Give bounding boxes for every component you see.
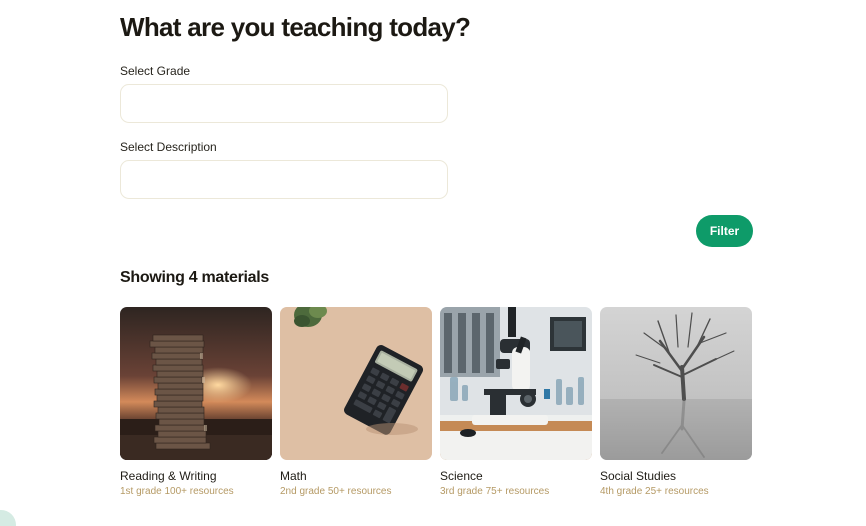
calculator-image <box>280 307 432 460</box>
card-meta: 2nd grade 50+ resources <box>280 486 392 497</box>
card-meta: 4th grade 25+ resources <box>600 486 709 497</box>
material-card-social-studies[interactable]: Social Studies 4th grade 25+ resources <box>600 307 753 497</box>
description-label: Select Description <box>120 140 217 154</box>
grade-select[interactable] <box>120 84 448 123</box>
page-title: What are you teaching today? <box>120 12 471 42</box>
material-card-reading-writing[interactable]: Reading & Writing 1st grade 100+ resourc… <box>120 307 273 497</box>
card-meta: 3rd grade 75+ resources <box>440 486 550 497</box>
page: What are you teaching today? Select Grad… <box>0 0 866 526</box>
card-meta: 1st grade 100+ resources <box>120 486 234 497</box>
grade-label: Select Grade <box>120 64 191 78</box>
results-summary: Showing 4 materials <box>120 269 270 286</box>
material-card-math[interactable]: Math 2nd grade 50+ resources <box>280 307 433 497</box>
corner-decoration <box>0 510 16 526</box>
card-title: Science <box>440 469 483 483</box>
description-select[interactable] <box>120 160 448 199</box>
card-title: Social Studies <box>600 469 677 483</box>
microscope-image <box>440 307 592 460</box>
foggy-tree-image <box>600 307 752 460</box>
books-sunset-image <box>120 307 272 460</box>
material-card-science[interactable]: Science 3rd grade 75+ resources <box>440 307 593 497</box>
card-title: Reading & Writing <box>120 469 217 483</box>
filter-button[interactable]: Filter <box>696 215 753 247</box>
card-title: Math <box>280 469 307 483</box>
